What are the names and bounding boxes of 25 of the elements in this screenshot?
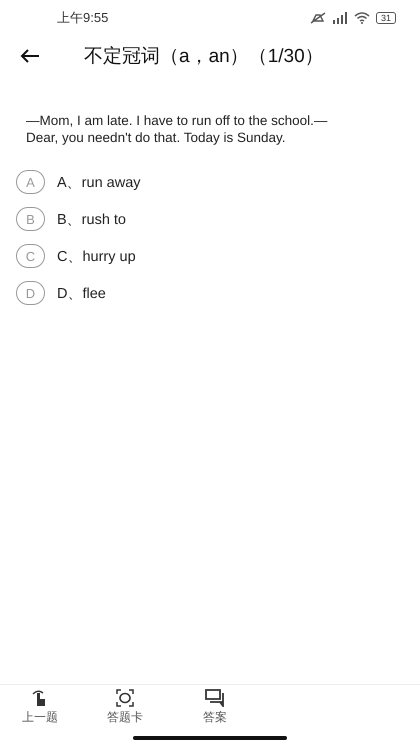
mute-icon <box>310 12 326 24</box>
nav-tab[interactable]: 上一题 <box>0 685 80 729</box>
chat-icon <box>205 689 225 707</box>
scan-frame-icon <box>116 689 134 707</box>
wifi-icon <box>354 12 370 24</box>
nav-tab[interactable]: 答案 <box>170 685 260 729</box>
option-letter: B <box>16 207 45 231</box>
status-time: 上午9:55 <box>57 9 108 27</box>
page-title: 不定冠词（a，an）（1/30） <box>84 45 324 69</box>
signal-icon <box>332 12 348 24</box>
answer-option[interactable]: B B、rush to <box>16 207 420 231</box>
answer-option[interactable]: C C、hurry up <box>16 244 420 268</box>
back-arrow-icon <box>20 48 40 64</box>
answer-option[interactable]: D D、flee <box>16 281 420 305</box>
option-text: B、rush to <box>57 210 126 228</box>
option-text: A、run away <box>57 174 141 192</box>
option-text: D、flee <box>57 284 106 302</box>
nav-tab[interactable]: 答题卡 <box>80 685 170 729</box>
option-letter: A <box>16 170 45 194</box>
battery-indicator: 31 <box>376 12 396 24</box>
question-text: —Mom, I am late. I have to run off to the school.— Dear, you needn't do that. Today is Sunday. <box>26 112 328 146</box>
option-text: C、hurry up <box>57 248 136 266</box>
answer-option[interactable]: A A、run away <box>16 170 420 194</box>
option-letter: D <box>16 281 45 305</box>
option-letter: C <box>16 244 45 268</box>
